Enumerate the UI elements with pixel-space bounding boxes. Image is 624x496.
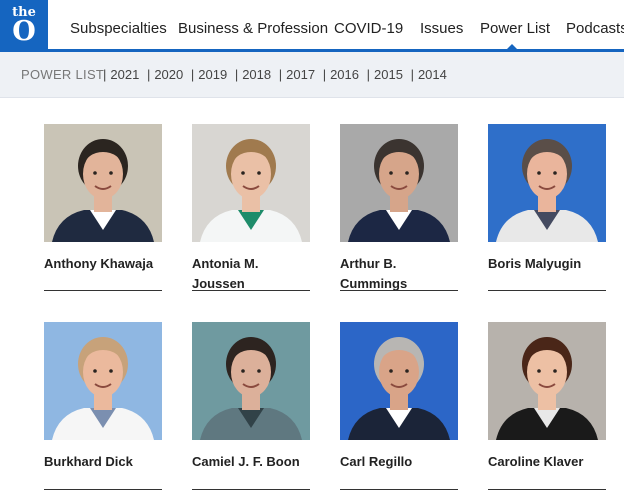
year-link-2017[interactable]: 2017 [286,67,315,82]
person-photo[interactable] [488,124,606,242]
person-card[interactable]: Caroline Klaver [488,322,606,494]
nav-subspecialties[interactable]: Subspecialties [70,20,167,38]
person-card[interactable]: Carl Regillo [340,322,458,494]
person-card[interactable]: Anthony Khawaja [44,124,162,294]
portrait-image [44,124,162,242]
portrait-image [488,124,606,242]
portrait-image [340,322,458,440]
person-card[interactable]: Arthur B. Cummings [340,124,458,294]
year-link-2015[interactable]: 2015 [374,67,403,82]
person-card[interactable]: Camiel J. F. Boon [192,322,310,494]
person-name[interactable]: Burkhard Dick [44,452,176,472]
person-photo[interactable] [192,124,310,242]
person-photo[interactable] [340,124,458,242]
year-link-2018[interactable]: 2018 [242,67,271,82]
portrait-image [488,322,606,440]
person-name[interactable]: Caroline Klaver [488,452,620,472]
name-underline [44,489,162,490]
name-underline [44,290,162,291]
nav-covid-19[interactable]: COVID-19 [334,20,403,38]
nav-podcasts[interactable]: Podcasts [566,20,624,38]
power-list-year-bar: POWER LIST | 2021 | 2020 | 2019 | 2018 | 2017… [0,52,624,98]
year-link-2016[interactable]: 2016 [330,67,359,82]
logo-bottom-text: O [12,16,36,47]
person-name[interactable]: Camiel J. F. Boon [192,452,324,472]
power-list-title: POWER LIST [21,67,105,82]
portrait-image [44,322,162,440]
person-name[interactable]: Carl Regillo [340,452,472,472]
year-link-2014[interactable]: 2014 [418,67,447,82]
person-name[interactable]: Antonia M. Joussen [192,254,282,294]
nav-power-list[interactable]: Power List [480,20,550,38]
site-logo[interactable]: the O [0,0,48,52]
person-name[interactable]: Arthur B. Cummings [340,254,430,294]
year-links: | 2021 | 2020 | 2019 | 2018 | 2017 | 2016 | 201… [103,67,447,82]
person-photo[interactable] [44,124,162,242]
portrait-image [192,124,310,242]
nav-business-profession[interactable]: Business & Profession [178,20,328,38]
person-photo[interactable] [44,322,162,440]
person-photo[interactable] [488,322,606,440]
person-photo[interactable] [340,322,458,440]
year-link-2020[interactable]: 2020 [154,67,183,82]
name-underline [192,489,310,490]
person-name[interactable]: Boris Malyugin [488,254,620,274]
name-underline [340,290,458,291]
portrait-image [340,124,458,242]
name-underline [340,489,458,490]
name-underline [192,290,310,291]
person-photo[interactable] [192,322,310,440]
year-link-2019[interactable]: 2019 [198,67,227,82]
name-underline [488,489,606,490]
person-card[interactable]: Burkhard Dick [44,322,162,494]
person-name[interactable]: Anthony Khawaja [44,254,176,274]
person-card[interactable]: Antonia M. Joussen [192,124,310,294]
year-link-2021[interactable]: 2021 [110,67,139,82]
portrait-image [192,322,310,440]
person-card[interactable]: Boris Malyugin [488,124,606,294]
top-navigation: the O Subspecialties Business & Professi… [0,0,624,52]
nav-issues[interactable]: Issues [420,20,463,38]
name-underline [488,290,606,291]
